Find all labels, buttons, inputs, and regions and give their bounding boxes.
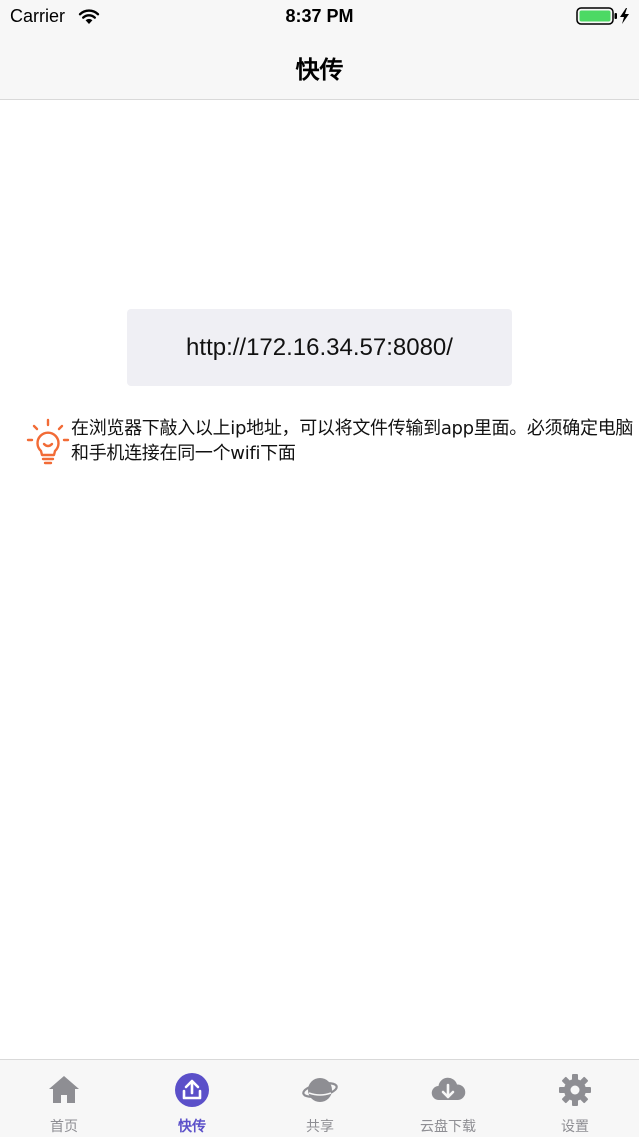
status-bar: Carrier 8:37 PM	[0, 0, 639, 34]
navigation-bar: 快传	[0, 34, 639, 100]
planet-icon	[302, 1078, 338, 1102]
tab-cloud-download[interactable]: 云盘下载	[384, 1060, 512, 1137]
tab-share[interactable]: 共享	[256, 1060, 384, 1137]
tab-quick-transfer[interactable]: 快传	[128, 1060, 256, 1137]
upload-icon	[175, 1073, 209, 1107]
tab-cloud-download-label: 云盘下载	[420, 1119, 476, 1135]
server-url: http://172.16.34.57:8080/	[186, 333, 453, 361]
server-url-box[interactable]: http://172.16.34.57:8080/	[127, 309, 512, 386]
tab-share-label: 共享	[306, 1119, 334, 1135]
lightbulb-icon	[26, 418, 70, 465]
page-title: 快传	[295, 56, 344, 84]
clock: 8:37 PM	[285, 6, 354, 26]
tab-settings[interactable]: 设置	[511, 1060, 639, 1137]
cloud-download-icon	[431, 1077, 466, 1101]
gear-icon	[559, 1074, 591, 1106]
battery-charging-icon	[576, 7, 629, 25]
hint-text: 在浏览器下敲入以上ip地址，可以将文件传输到app里面。必须确定电脑和手机连接在…	[71, 418, 634, 464]
home-icon	[49, 1076, 79, 1103]
tab-bar: 首页 快传 共享 云盘下载 设置	[0, 1059, 639, 1137]
tab-home-label: 首页	[50, 1119, 78, 1135]
tab-quick-transfer-label: 快传	[178, 1119, 206, 1135]
tab-home[interactable]: 首页	[0, 1060, 128, 1137]
tab-settings-label: 设置	[561, 1119, 589, 1135]
